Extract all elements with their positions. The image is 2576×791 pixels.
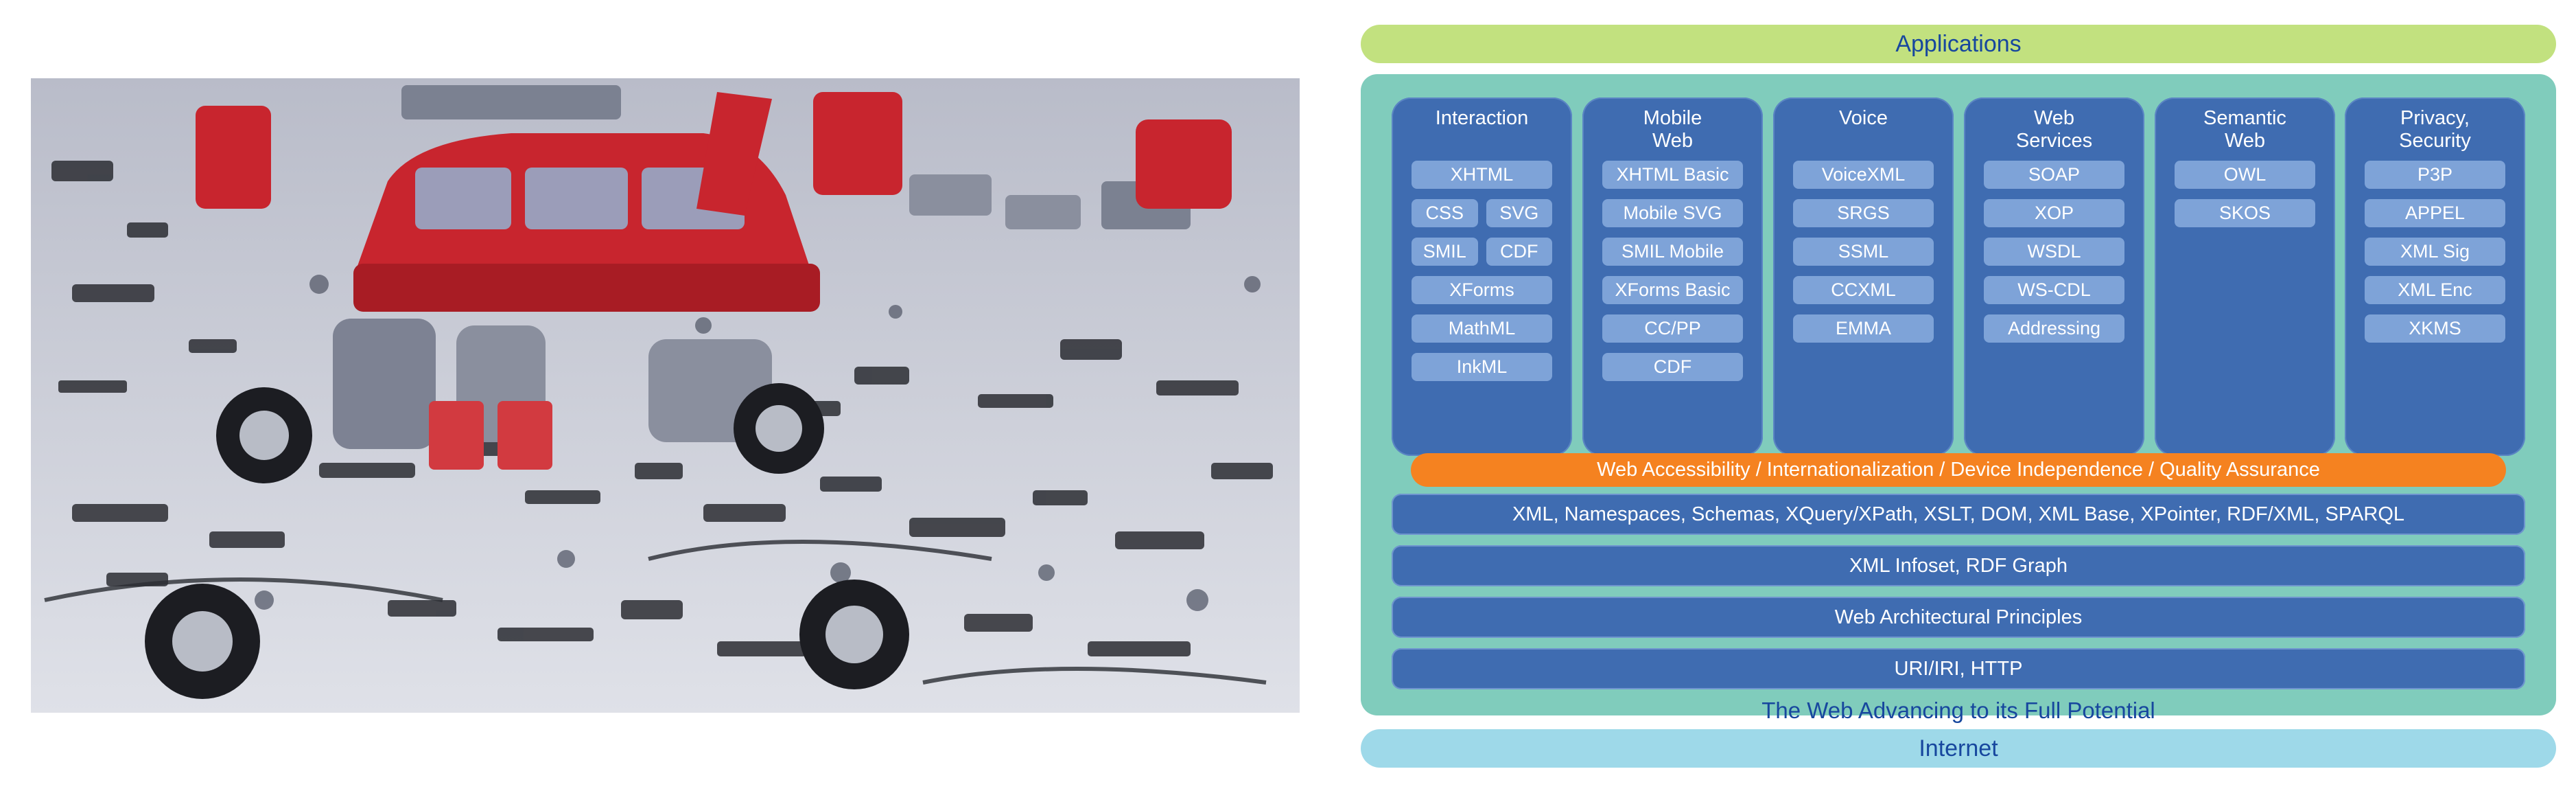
chip: VoiceXML [1793,161,1934,189]
chip: Addressing [1984,314,2124,343]
chip: XForms [1412,276,1552,304]
chip: OWL [2175,161,2315,189]
chip: CC/PP [1602,314,1743,343]
chip: SVG [1486,199,1552,227]
panel-caption: The Web Advancing to its Full Potential [1761,698,2155,723]
layer-label: Web Architectural Principles [1834,606,2083,628]
layer-label: URI/IRI, HTTP [1894,657,2023,680]
column-title: Mobile Web [1643,107,1702,152]
column-title: Web Services [2015,107,2093,152]
chip: CDF [1486,238,1552,266]
chip: SMIL [1412,238,1478,266]
car-parts-illustration [31,78,1300,713]
web-stack-diagram: Applications Interaction XHTML CSS SVG S… [1361,25,2556,768]
chip: Mobile SVG [1602,199,1743,227]
column-semantic-web: Semantic Web OWL SKOS [2155,98,2335,456]
chip: CCXML [1793,276,1934,304]
chip: SKOS [2175,199,2315,227]
accessibility-label: Web Accessibility / Internationalization… [1597,459,2320,481]
column-voice: Voice VoiceXML SRGS SSML CCXML EMMA [1773,98,1954,456]
chip: MathML [1412,314,1552,343]
technology-columns: Interaction XHTML CSS SVG SMIL CDF XForm… [1392,98,2525,456]
internet-label: Internet [1919,735,1998,761]
layer-label: XML Infoset, RDF Graph [1849,554,2068,577]
chip: WSDL [1984,238,2124,266]
accessibility-bar: Web Accessibility / Internationalization… [1411,453,2506,487]
chip: XML Enc [2365,276,2505,304]
chip: SSML [1793,238,1934,266]
chip: EMMA [1793,314,1934,343]
layer-xml-stack: XML, Namespaces, Schemas, XQuery/XPath, … [1392,494,2525,535]
column-web-services: Web Services SOAP XOP WSDL WS-CDL Addres… [1964,98,2144,456]
chip: CSS [1412,199,1478,227]
chip: SRGS [1793,199,1934,227]
applications-label: Applications [1895,30,2022,57]
chip: XHTML Basic [1602,161,1743,189]
chip: XKMS [2365,314,2505,343]
column-title: Interaction [1435,107,1529,129]
chip: SOAP [1984,161,2124,189]
chip: SMIL Mobile [1602,238,1743,266]
chip: XForms Basic [1602,276,1743,304]
applications-bar: Applications [1361,25,2556,63]
column-privacy-security: Privacy, Security P3P APPEL XML Sig XML … [2345,98,2525,456]
layer-uri-http: URI/IRI, HTTP [1392,648,2525,689]
chip: P3P [2365,161,2505,189]
chip: WS-CDL [1984,276,2124,304]
main-panel: Interaction XHTML CSS SVG SMIL CDF XForm… [1361,74,2556,723]
column-interaction: Interaction XHTML CSS SVG SMIL CDF XForm… [1392,98,1572,456]
chip: XML Sig [2365,238,2505,266]
layer-label: XML, Namespaces, Schemas, XQuery/XPath, … [1512,503,2405,525]
internet-bar: Internet [1361,729,2556,768]
chip: CDF [1602,353,1743,381]
chip: APPEL [2365,199,2505,227]
column-title: Privacy, Security [2399,107,2471,152]
disassembled-car-photo [31,78,1300,713]
chip: XHTML [1412,161,1552,189]
layer-architecture: Web Architectural Principles [1392,597,2525,638]
column-mobile-web: Mobile Web XHTML Basic Mobile SVG SMIL M… [1582,98,1763,456]
column-title: Semantic Web [2203,107,2286,152]
chip: XOP [1984,199,2124,227]
column-title: Voice [1839,107,1888,129]
layer-infoset: XML Infoset, RDF Graph [1392,545,2525,586]
chip: InkML [1412,353,1552,381]
